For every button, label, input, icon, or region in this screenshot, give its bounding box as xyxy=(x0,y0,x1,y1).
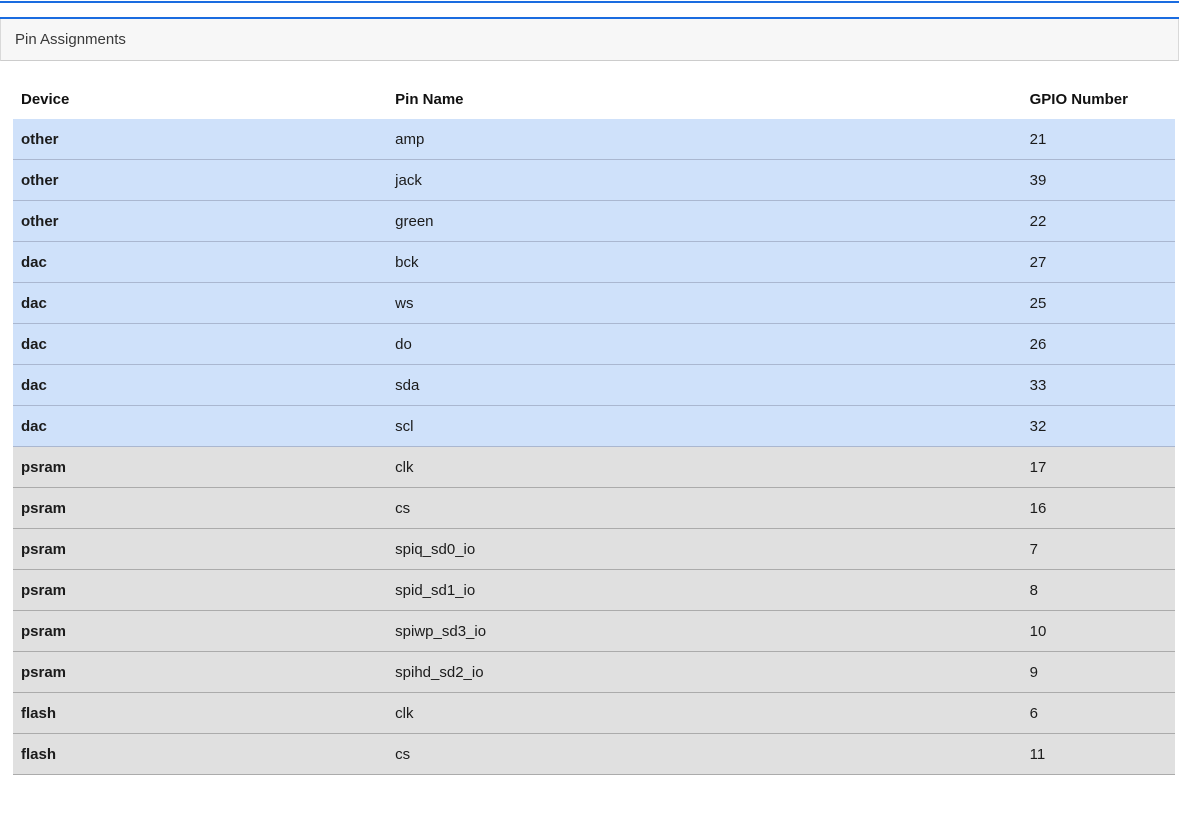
gpio-number-cell: 22 xyxy=(1022,201,1175,242)
gpio-number-cell: 9 xyxy=(1022,652,1175,693)
pin-name-cell: amp xyxy=(387,119,1021,160)
device-cell: psram xyxy=(13,488,387,529)
device-cell: psram xyxy=(13,447,387,488)
pin-name-cell: scl xyxy=(387,406,1021,447)
gpio-number-cell: 17 xyxy=(1022,447,1175,488)
pin-name-cell: ws xyxy=(387,283,1021,324)
pin-name-cell: clk xyxy=(387,693,1021,734)
pin-name-cell: jack xyxy=(387,160,1021,201)
device-cell: other xyxy=(13,201,387,242)
device-cell: dac xyxy=(13,365,387,406)
table-row: psramspiwp_sd3_io10 xyxy=(13,611,1175,652)
pin-name-cell: cs xyxy=(387,734,1021,775)
pin-assignments-panel: Pin Assignments Device Pin Name GPIO Num… xyxy=(0,17,1179,803)
panel-body: Device Pin Name GPIO Number otheramp21ot… xyxy=(0,61,1179,803)
gpio-number-cell: 26 xyxy=(1022,324,1175,365)
device-cell: psram xyxy=(13,611,387,652)
device-cell: psram xyxy=(13,570,387,611)
top-spacer xyxy=(0,3,1179,17)
device-cell: flash xyxy=(13,734,387,775)
pin-name-cell: spihd_sd2_io xyxy=(387,652,1021,693)
device-cell: dac xyxy=(13,242,387,283)
table-row: othergreen22 xyxy=(13,201,1175,242)
pin-name-cell: bck xyxy=(387,242,1021,283)
pin-name-cell: spid_sd1_io xyxy=(387,570,1021,611)
table-row: psramclk17 xyxy=(13,447,1175,488)
gpio-number-cell: 10 xyxy=(1022,611,1175,652)
gpio-number-cell: 27 xyxy=(1022,242,1175,283)
column-header-gpio-number: GPIO Number xyxy=(1022,79,1175,119)
device-cell: dac xyxy=(13,324,387,365)
device-cell: other xyxy=(13,160,387,201)
gpio-number-cell: 11 xyxy=(1022,734,1175,775)
device-cell: psram xyxy=(13,529,387,570)
table-row: dacsda33 xyxy=(13,365,1175,406)
pin-name-cell: do xyxy=(387,324,1021,365)
pin-name-cell: cs xyxy=(387,488,1021,529)
table-row: flashcs11 xyxy=(13,734,1175,775)
table-row: otheramp21 xyxy=(13,119,1175,160)
device-cell: other xyxy=(13,119,387,160)
device-cell: dac xyxy=(13,283,387,324)
pin-name-cell: clk xyxy=(387,447,1021,488)
table-row: psramspihd_sd2_io9 xyxy=(13,652,1175,693)
table-header-row: Device Pin Name GPIO Number xyxy=(13,79,1175,119)
gpio-number-cell: 33 xyxy=(1022,365,1175,406)
gpio-number-cell: 39 xyxy=(1022,160,1175,201)
pin-name-cell: spiq_sd0_io xyxy=(387,529,1021,570)
device-cell: flash xyxy=(13,693,387,734)
gpio-number-cell: 25 xyxy=(1022,283,1175,324)
table-row: dacws25 xyxy=(13,283,1175,324)
table-row: psramspid_sd1_io8 xyxy=(13,570,1175,611)
device-cell: psram xyxy=(13,652,387,693)
table-row: flashclk6 xyxy=(13,693,1175,734)
table-row: psramcs16 xyxy=(13,488,1175,529)
gpio-number-cell: 8 xyxy=(1022,570,1175,611)
pin-name-cell: sda xyxy=(387,365,1021,406)
pin-name-cell: green xyxy=(387,201,1021,242)
table-row: psramspiq_sd0_io7 xyxy=(13,529,1175,570)
device-cell: dac xyxy=(13,406,387,447)
pin-name-cell: spiwp_sd3_io xyxy=(387,611,1021,652)
pin-assignments-table: Device Pin Name GPIO Number otheramp21ot… xyxy=(13,79,1175,775)
table-row: otherjack39 xyxy=(13,160,1175,201)
panel-title: Pin Assignments xyxy=(0,19,1179,61)
column-header-pin-name: Pin Name xyxy=(387,79,1021,119)
column-header-device: Device xyxy=(13,79,387,119)
table-body: otheramp21otherjack39othergreen22dacbck2… xyxy=(13,119,1175,775)
table-row: dacbck27 xyxy=(13,242,1175,283)
gpio-number-cell: 16 xyxy=(1022,488,1175,529)
gpio-number-cell: 7 xyxy=(1022,529,1175,570)
table-row: dacdo26 xyxy=(13,324,1175,365)
gpio-number-cell: 6 xyxy=(1022,693,1175,734)
gpio-number-cell: 21 xyxy=(1022,119,1175,160)
gpio-number-cell: 32 xyxy=(1022,406,1175,447)
table-row: dacscl32 xyxy=(13,406,1175,447)
